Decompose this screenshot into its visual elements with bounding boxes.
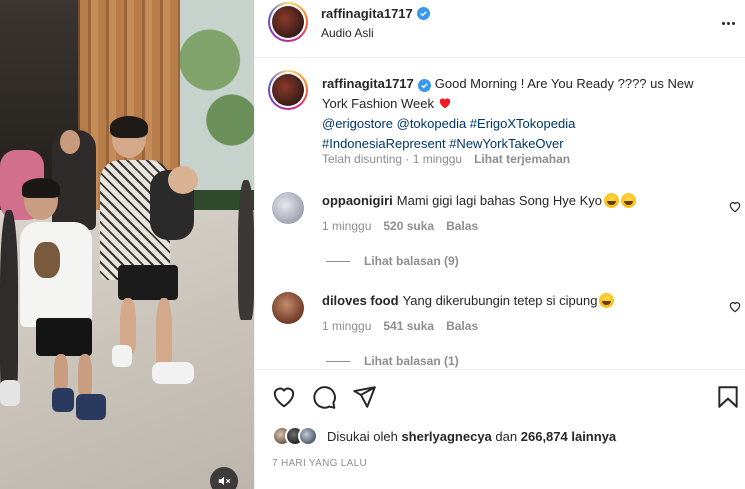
mute-icon xyxy=(218,476,231,486)
comment-likes[interactable]: 520 suka xyxy=(383,219,434,233)
comment-meta: 1 minggu 520 suka Balas xyxy=(322,219,478,233)
laughing-emoji-icon xyxy=(599,293,615,308)
caption: raffinagita1717 Good Morning ! Are You Re… xyxy=(322,74,722,154)
commenter-avatar[interactable] xyxy=(272,192,304,224)
boy-hair xyxy=(22,178,60,198)
baby-head xyxy=(168,166,198,194)
replies-divider xyxy=(326,360,350,362)
likes-count[interactable]: 266,874 lainnya xyxy=(521,429,616,444)
caption-avatar[interactable] xyxy=(268,70,308,110)
left-person-shoe xyxy=(0,380,20,406)
caption-edited: Telah disunting · 1 minggu xyxy=(322,152,463,166)
comment-like-icon[interactable] xyxy=(728,200,742,214)
boy-shoe xyxy=(76,394,106,420)
left-person-edge xyxy=(0,210,18,400)
right-person-edge xyxy=(238,180,254,320)
heart-icon[interactable] xyxy=(271,384,297,410)
likes-user[interactable]: sherlyagnecya xyxy=(401,429,491,444)
view-replies-label[interactable]: Lihat balasan (1) xyxy=(364,354,459,368)
caption-meta: Telah disunting · 1 minggu Lihat terjema… xyxy=(322,152,570,166)
boy-shorts xyxy=(36,318,92,356)
bear-print xyxy=(34,242,60,278)
post-timestamp[interactable]: 7 HARI YANG LALU xyxy=(272,458,367,469)
reply-button[interactable]: Balas xyxy=(446,219,478,233)
see-translation-link[interactable]: Lihat terjemahan xyxy=(474,152,570,166)
view-replies-label[interactable]: Lihat balasan (9) xyxy=(364,254,459,268)
liker-avatar[interactable] xyxy=(298,426,318,446)
woman-hair xyxy=(110,116,148,138)
action-bar: Disukai oleh sherlyagnecya dan 266,874 l… xyxy=(255,369,745,489)
post-header: raffinagita1717 Audio Asli xyxy=(255,0,745,58)
boy-leg xyxy=(54,354,68,390)
comments-list: raffinagita1717 Good Morning ! Are You Re… xyxy=(255,58,745,368)
caption-tags-line1[interactable]: @erigostore @tokopedia #ErigoXTokopedia xyxy=(322,116,575,131)
background-person-head xyxy=(60,130,80,154)
boy-shoe xyxy=(52,388,74,412)
comment-time[interactable]: 1 minggu xyxy=(322,319,371,333)
woman-shorts xyxy=(118,265,178,300)
verified-badge-icon xyxy=(417,79,431,92)
verified-badge-icon xyxy=(416,7,430,20)
author-username-row[interactable]: raffinagita1717 xyxy=(321,6,430,21)
comment-username[interactable]: diloves food xyxy=(322,293,399,308)
bookmark-icon[interactable] xyxy=(715,384,741,410)
red-heart-icon xyxy=(438,95,452,109)
comment-text: Mami gigi lagi bahas Song Hye Kyo xyxy=(396,193,603,208)
comment-time[interactable]: 1 minggu xyxy=(322,219,371,233)
comment: diloves food Yang dikerubungin tetep si c… xyxy=(322,292,702,310)
comment-like-icon[interactable] xyxy=(728,300,742,314)
share-icon[interactable] xyxy=(351,384,377,410)
likes-prefix: Disukai oleh xyxy=(327,428,398,444)
comment-username[interactable]: oppaonigiri xyxy=(322,193,393,208)
woman-shoe xyxy=(152,362,194,384)
caption-username[interactable]: raffinagita1717 xyxy=(322,76,414,91)
more-options-icon[interactable] xyxy=(717,12,739,34)
comment-text: Yang dikerubungin tetep si cipung xyxy=(402,293,598,308)
author-username[interactable]: raffinagita1717 xyxy=(321,6,413,21)
comment-meta: 1 minggu 541 suka Balas xyxy=(322,319,478,333)
boy-leg xyxy=(78,354,92,396)
mute-button[interactable] xyxy=(210,467,238,489)
view-replies-button[interactable]: Lihat balasan (1) xyxy=(326,354,459,368)
likes-middle: dan xyxy=(495,428,518,444)
commenter-avatar[interactable] xyxy=(272,292,304,324)
comment-likes[interactable]: 541 suka xyxy=(383,319,434,333)
reply-button[interactable]: Balas xyxy=(446,319,478,333)
likes-text: Disukai oleh sherlyagnecya dan 266,874 l… xyxy=(327,429,616,444)
comment-icon[interactable] xyxy=(311,384,337,410)
woman-shoe xyxy=(112,345,132,367)
woman-leg xyxy=(156,298,172,368)
audio-label[interactable]: Audio Asli xyxy=(321,26,374,40)
laughing-emoji-icon xyxy=(604,193,620,208)
author-avatar[interactable] xyxy=(268,2,308,42)
comment: oppaonigiri Mami gigi lagi bahas Song Hye… xyxy=(322,192,702,210)
view-replies-button[interactable]: Lihat balasan (9) xyxy=(326,254,459,268)
likes-summary: Disukai oleh sherlyagnecya dan 266,874 l… xyxy=(272,426,616,446)
laughing-emoji-icon xyxy=(621,193,637,208)
replies-divider xyxy=(326,260,350,262)
post-detail-panel: raffinagita1717 Audio Asli raffinagita17… xyxy=(254,0,745,489)
post-video[interactable] xyxy=(0,0,254,489)
caption-tags-line2[interactable]: #IndonesiaRepresent #NewYorkTakeOver xyxy=(322,136,564,151)
